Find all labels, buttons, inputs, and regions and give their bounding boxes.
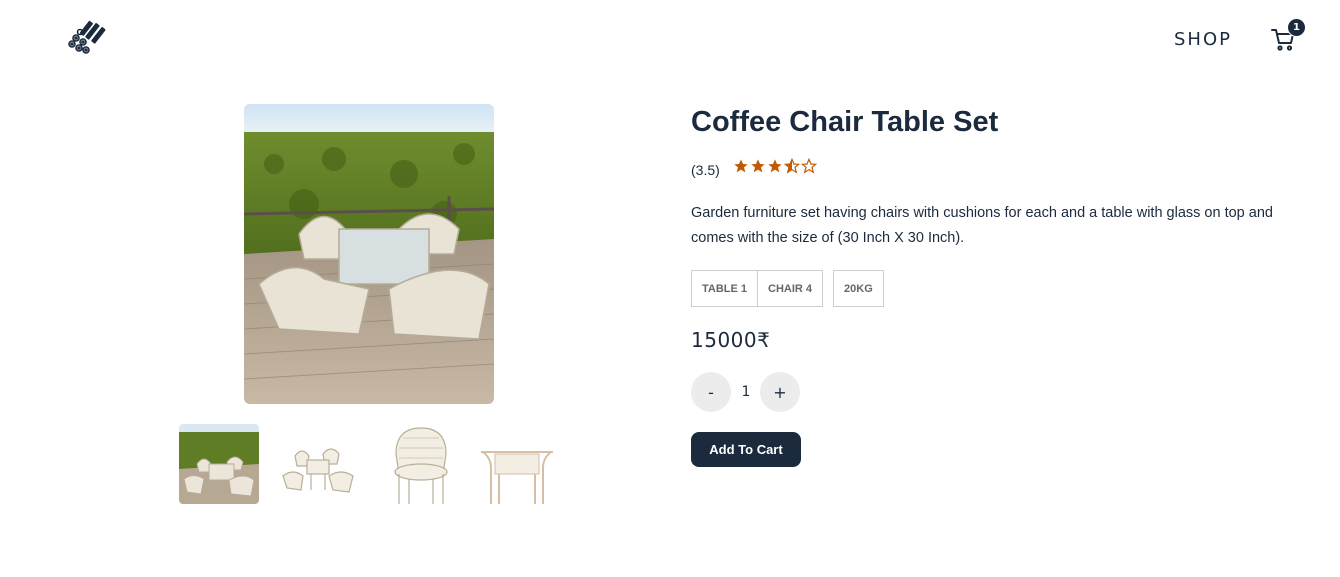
tag-weight: 20KG — [833, 270, 884, 307]
star-half-icon — [784, 158, 800, 174]
add-to-cart-button[interactable]: Add To Cart — [691, 432, 801, 467]
rating-stars — [733, 158, 817, 174]
star-full-icon — [734, 159, 748, 173]
star-full-icon — [768, 159, 782, 173]
star-empty-icon — [801, 158, 817, 174]
thumbnail-1[interactable] — [179, 424, 259, 504]
quantity-decrease-button[interactable]: - — [691, 372, 731, 412]
product-tags: TABLE 1 CHAIR 4 20KG — [691, 270, 884, 307]
nav-shop-link[interactable]: SHOP — [1174, 29, 1232, 50]
quantity-increase-button[interactable]: + — [760, 372, 800, 412]
star-full-icon — [751, 159, 765, 173]
rating-value: (3.5) — [691, 162, 720, 178]
product-description: Garden furniture set having chairs with … — [691, 205, 1273, 246]
tag-chair: CHAIR 4 — [758, 270, 824, 307]
thumbnail-3[interactable] — [381, 424, 461, 504]
quantity-value: 1 — [741, 384, 751, 400]
thumbnail-2[interactable] — [277, 424, 357, 504]
tag-table: TABLE 1 — [691, 270, 759, 307]
product-price: 15000₹ — [691, 328, 771, 352]
cart-count-badge: 1 — [1287, 18, 1306, 37]
thumbnail-4[interactable] — [477, 424, 557, 504]
product-main-image[interactable] — [244, 104, 494, 404]
product-title: Coffee Chair Table Set — [691, 106, 999, 138]
logo-icon[interactable] — [66, 18, 106, 54]
